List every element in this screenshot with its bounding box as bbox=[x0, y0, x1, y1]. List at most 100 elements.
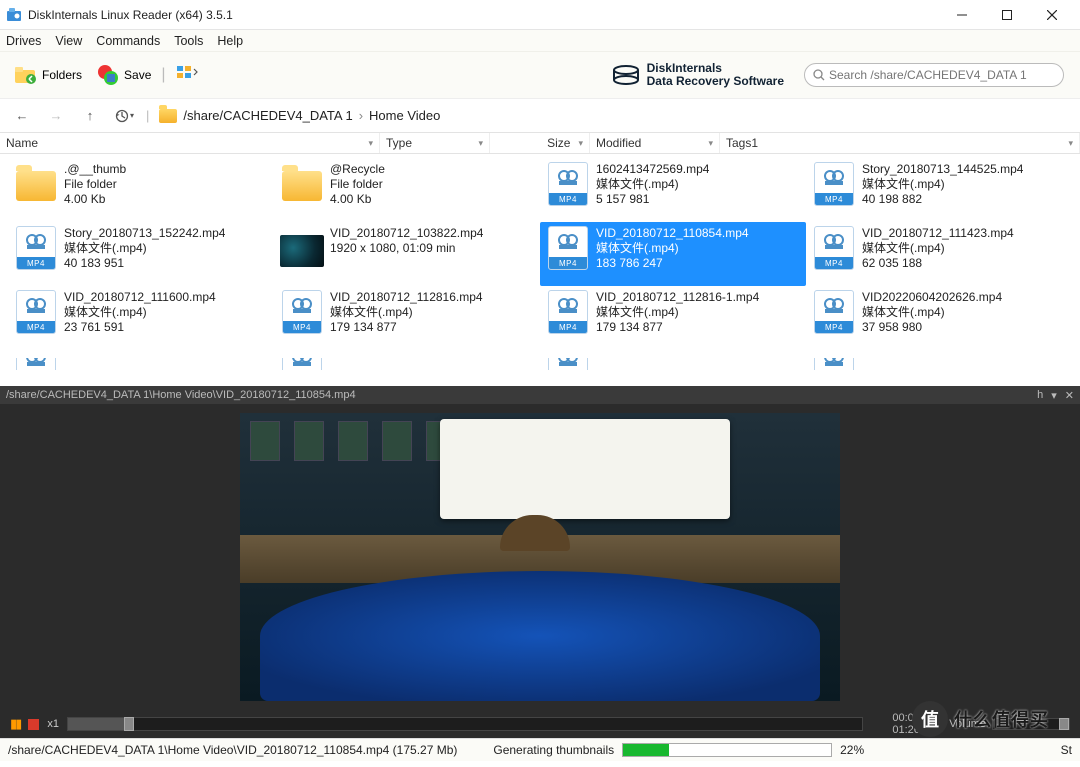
file-item[interactable]: .@__thumbFile folder4.00 Kb bbox=[8, 158, 274, 222]
preview-close-icon[interactable]: ✕ bbox=[1065, 389, 1074, 402]
nav-up-icon[interactable]: ↑ bbox=[78, 108, 102, 123]
thumbnail-icon bbox=[280, 226, 324, 270]
brand-line2: Data Recovery Software bbox=[647, 75, 784, 88]
file-item[interactable]: MP4VID_20180712_111600.mp4媒体文件(.mp4)23 7… bbox=[8, 286, 274, 350]
menu-tools[interactable]: Tools bbox=[174, 34, 203, 48]
file-item[interactable]: MP4 bbox=[274, 354, 540, 370]
col-tags1[interactable]: Tags1▾ bbox=[720, 133, 1080, 153]
col-modified[interactable]: Modified▾ bbox=[590, 133, 720, 153]
file-item[interactable]: MP4VID_20180712_111423.mp4媒体文件(.mp4)62 0… bbox=[806, 222, 1072, 286]
filter-icon[interactable]: ▾ bbox=[368, 138, 373, 149]
file-type: 媒体文件(.mp4) bbox=[64, 305, 216, 320]
file-item[interactable]: MP4 bbox=[540, 354, 806, 370]
file-item[interactable]: VID_20180712_103822.mp41920 x 1080, 01:0… bbox=[274, 222, 540, 286]
file-item[interactable]: MP4 bbox=[806, 354, 1072, 370]
statusbar: /share/CACHEDEV4_DATA 1\Home Video\VID_2… bbox=[0, 738, 1080, 761]
file-item[interactable]: MP4VID_20180712_110854.mp4媒体文件(.mp4)183 … bbox=[540, 222, 806, 286]
menu-view[interactable]: View bbox=[55, 34, 82, 48]
file-item[interactable]: MP4VID20220604202626.mp4媒体文件(.mp4)37 958… bbox=[806, 286, 1072, 350]
app-icon bbox=[6, 7, 22, 23]
mp4-file-icon: MP4 bbox=[14, 358, 58, 370]
preview-chevron-down-icon[interactable]: ▾ bbox=[1051, 389, 1057, 402]
volume-label: Volume bbox=[949, 718, 986, 730]
file-meta: 23 761 591 bbox=[64, 320, 216, 335]
file-area: .@__thumbFile folder4.00 Kb@RecycleFile … bbox=[0, 154, 1080, 386]
file-meta: 40 183 951 bbox=[64, 256, 225, 271]
video-frame[interactable] bbox=[240, 413, 840, 701]
volume-slider[interactable] bbox=[992, 718, 1070, 730]
nav-forward-icon[interactable]: → bbox=[44, 108, 68, 123]
status-tail: St bbox=[1061, 743, 1072, 757]
nav-history-icon[interactable]: ▾ bbox=[112, 108, 136, 123]
menu-commands[interactable]: Commands bbox=[96, 34, 160, 48]
menu-help[interactable]: Help bbox=[217, 34, 243, 48]
file-item[interactable]: MP4 bbox=[8, 354, 274, 370]
file-type: File folder bbox=[330, 177, 385, 192]
file-text: VID_20180712_112816.mp4媒体文件(.mp4)179 134… bbox=[330, 290, 483, 335]
file-type: 媒体文件(.mp4) bbox=[596, 177, 709, 192]
preview-path: /share/CACHEDEV4_DATA 1\Home Video\VID_2… bbox=[6, 389, 356, 401]
menubar: Drives View Commands Tools Help bbox=[0, 30, 1080, 52]
file-meta: 4.00 Kb bbox=[64, 192, 126, 207]
filter-icon[interactable]: ▾ bbox=[578, 138, 583, 149]
file-type: File folder bbox=[64, 177, 126, 192]
view-mode-button[interactable] bbox=[172, 61, 204, 89]
file-text: VID_20180712_112816-1.mp4媒体文件(.mp4)179 1… bbox=[596, 290, 759, 335]
file-text: VID_20180712_111600.mp4媒体文件(.mp4)23 761 … bbox=[64, 290, 216, 335]
volume-knob[interactable] bbox=[1059, 718, 1069, 730]
col-size[interactable]: Size▾ bbox=[490, 133, 590, 153]
maximize-button[interactable] bbox=[984, 1, 1029, 29]
mp4-file-icon: MP4 bbox=[812, 162, 856, 206]
file-name: VID_20180712_112816.mp4 bbox=[330, 290, 483, 305]
filter-icon[interactable]: ▾ bbox=[478, 138, 483, 149]
playback-rate[interactable]: x1 bbox=[47, 718, 59, 730]
time-total: 01:26.256 bbox=[871, 724, 941, 736]
time-display: 00:05.349 01:26.256 bbox=[871, 712, 941, 736]
file-name: Story_20180713_144525.mp4 bbox=[862, 162, 1023, 177]
file-type: 媒体文件(.mp4) bbox=[596, 241, 749, 256]
filter-icon[interactable]: ▾ bbox=[1068, 138, 1073, 149]
time-elapsed: 00:05.349 bbox=[871, 712, 941, 724]
search-input[interactable] bbox=[829, 68, 1055, 82]
file-meta: 179 134 877 bbox=[596, 320, 759, 335]
breadcrumb-seg1[interactable]: /share/CACHEDEV4_DATA 1 bbox=[183, 108, 352, 123]
file-item[interactable]: @RecycleFile folder4.00 Kb bbox=[274, 158, 540, 222]
file-name: VID_20180712_110854.mp4 bbox=[596, 226, 749, 241]
folders-button[interactable]: Folders bbox=[10, 61, 86, 89]
col-type[interactable]: Type▾ bbox=[380, 133, 490, 153]
preview-body bbox=[0, 404, 1080, 710]
col-name[interactable]: Name▾ bbox=[0, 133, 380, 153]
minimize-button[interactable] bbox=[939, 1, 984, 29]
file-item[interactable]: MP4VID_20180712_112816-1.mp4媒体文件(.mp4)17… bbox=[540, 286, 806, 350]
filter-icon[interactable]: ▾ bbox=[708, 138, 713, 149]
seek-knob[interactable] bbox=[124, 717, 134, 731]
file-item[interactable]: MP4VID_20180712_112816.mp4媒体文件(.mp4)179 … bbox=[274, 286, 540, 350]
file-type: 媒体文件(.mp4) bbox=[64, 241, 225, 256]
file-item[interactable]: MP4Story_20180713_152242.mp4媒体文件(.mp4)40… bbox=[8, 222, 274, 286]
file-type: 媒体文件(.mp4) bbox=[330, 305, 483, 320]
mp4-file-icon: MP4 bbox=[812, 358, 856, 370]
preview-pane: /share/CACHEDEV4_DATA 1\Home Video\VID_2… bbox=[0, 386, 1080, 738]
preview-h-label[interactable]: h bbox=[1037, 389, 1043, 402]
seek-bar[interactable] bbox=[67, 717, 863, 731]
progress-bar bbox=[622, 743, 832, 757]
pause-icon[interactable]: ▮▮ bbox=[10, 716, 20, 732]
file-meta: 183 786 247 bbox=[596, 256, 749, 271]
file-meta: 4.00 Kb bbox=[330, 192, 385, 207]
file-text: 1602413472569.mp4媒体文件(.mp4)5 157 981 bbox=[596, 162, 709, 207]
breadcrumb-seg2[interactable]: Home Video bbox=[369, 108, 440, 123]
file-name: @Recycle bbox=[330, 162, 385, 177]
mp4-file-icon: MP4 bbox=[546, 358, 590, 370]
menu-drives[interactable]: Drives bbox=[6, 34, 41, 48]
file-text: VID_20180712_103822.mp41920 x 1080, 01:0… bbox=[330, 226, 483, 256]
file-text: VID_20180712_110854.mp4媒体文件(.mp4)183 786… bbox=[596, 226, 749, 271]
file-type: 媒体文件(.mp4) bbox=[862, 305, 1002, 320]
save-button[interactable]: Save bbox=[92, 61, 155, 89]
nav-back-icon[interactable]: ← bbox=[10, 108, 34, 123]
search-box[interactable] bbox=[804, 63, 1064, 87]
file-item[interactable]: MP41602413472569.mp4媒体文件(.mp4)5 157 981 bbox=[540, 158, 806, 222]
file-item[interactable]: MP4Story_20180713_144525.mp4媒体文件(.mp4)40… bbox=[806, 158, 1072, 222]
file-name: VID_20180712_112816-1.mp4 bbox=[596, 290, 759, 305]
stop-icon[interactable] bbox=[28, 719, 39, 730]
close-button[interactable] bbox=[1029, 1, 1074, 29]
